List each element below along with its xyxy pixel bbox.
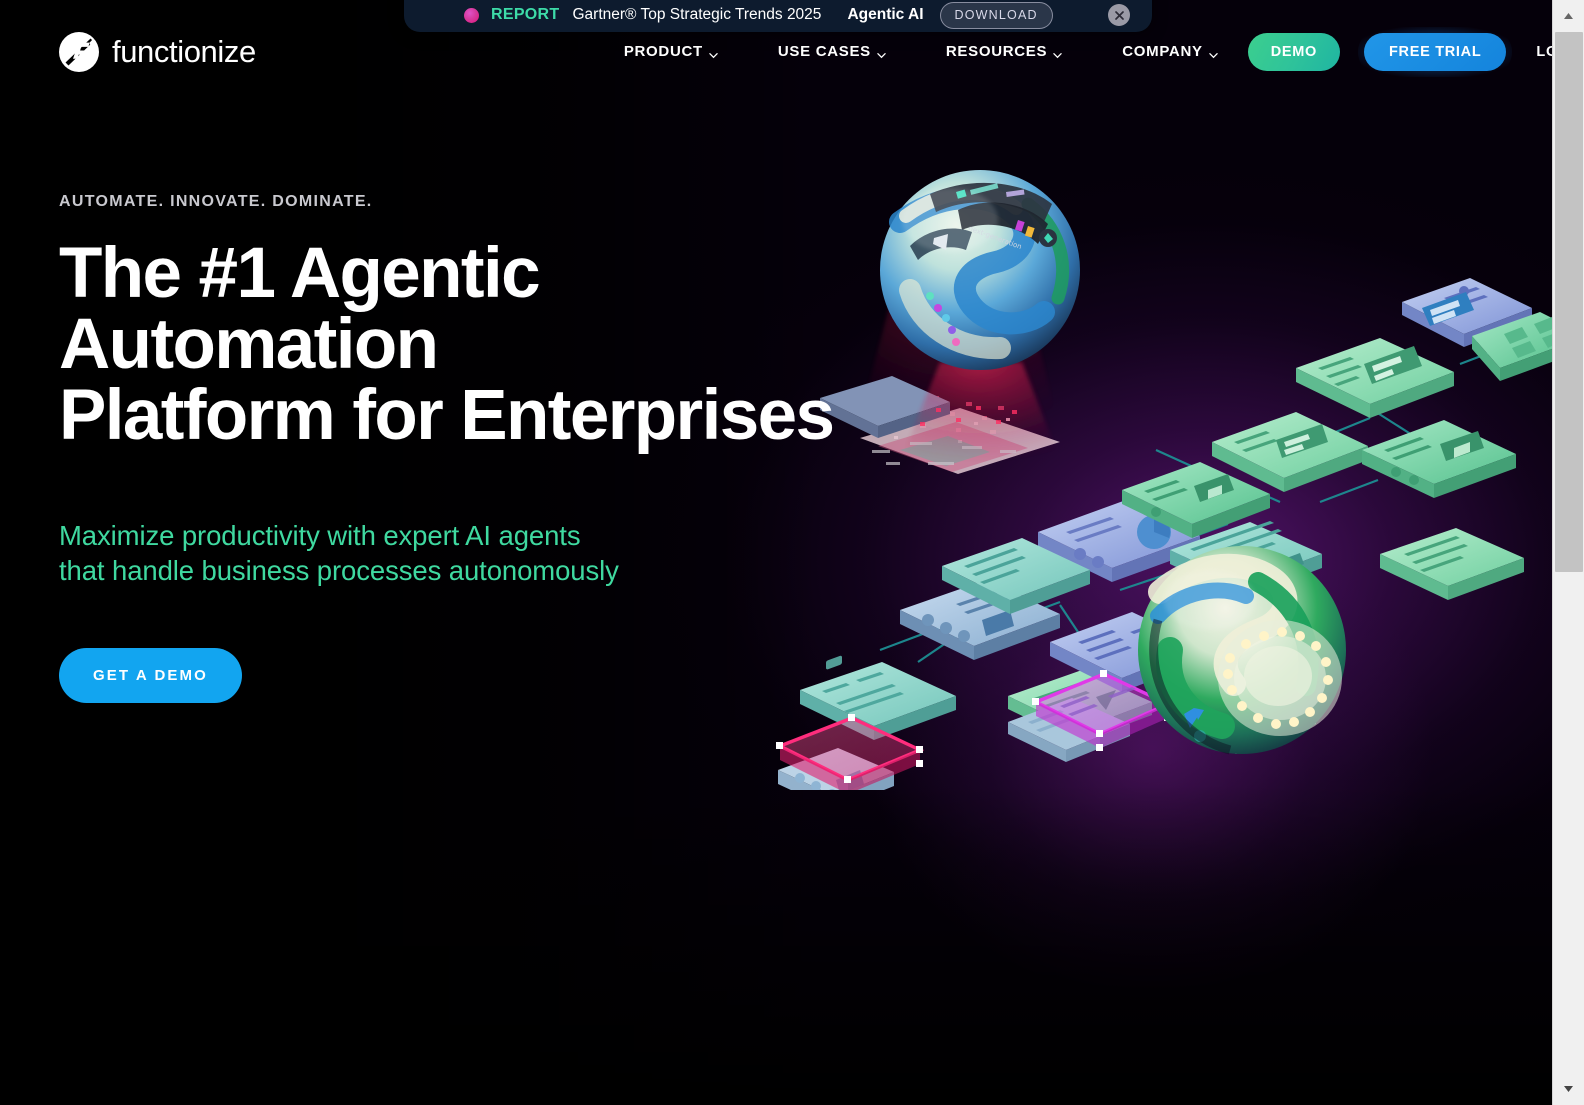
nav-item-product[interactable]: PRODUCT <box>594 43 748 60</box>
page-canvas: next-generation REPORT Gartner® Top Stra… <box>0 0 1552 1105</box>
logo-text: functionize <box>112 34 256 69</box>
nav-item-company[interactable]: COMPANY <box>1092 43 1247 60</box>
hero-subheading: Maximize productivity with expert AI age… <box>59 518 919 588</box>
close-icon[interactable] <box>1108 4 1130 26</box>
nav-item-label: COMPANY <box>1122 43 1203 60</box>
hero-heading-line-3: Platform for Enterprises <box>59 376 835 455</box>
page-title: The #1 Agentic Automation Platform for E… <box>59 238 919 451</box>
nav-item-label: PRODUCT <box>623 43 703 60</box>
chevron-down-icon <box>709 47 718 59</box>
main-nav: PRODUCT USE CASES RESOURCES COMPANY <box>594 43 1248 60</box>
chevron-down-icon <box>1053 47 1062 59</box>
hero-sub-line-2: that handle business processes autonomou… <box>59 555 619 587</box>
promo-download-button[interactable]: DOWNLOAD <box>939 1 1053 29</box>
browser-viewport: next-generation REPORT Gartner® Top Stra… <box>0 0 1584 1105</box>
scrollbar-thumb[interactable] <box>1554 32 1583 572</box>
hero-section: AUTOMATE. INNOVATE. DOMINATE. The #1 Age… <box>59 193 919 704</box>
promo-tag: Agentic AI <box>847 6 924 23</box>
logo[interactable]: functionize <box>58 31 256 73</box>
functionize-logo-icon <box>58 31 100 73</box>
scrollbar-track[interactable] <box>1553 32 1584 1073</box>
nav-item-label: RESOURCES <box>945 43 1048 60</box>
hero-eyebrow: AUTOMATE. INNOVATE. DOMINATE. <box>59 193 373 210</box>
demo-button[interactable]: DEMO <box>1247 32 1340 71</box>
free-trial-button[interactable]: FREE TRIAL <box>1364 32 1507 71</box>
nav-item-use-cases[interactable]: USE CASES <box>748 43 916 60</box>
hero-heading-line-1: The #1 Agentic <box>59 234 541 313</box>
promo-banner: REPORT Gartner® Top Strategic Trends 202… <box>404 0 1152 32</box>
background-fade-bottom <box>0 785 1552 1105</box>
chevron-down-icon <box>1208 47 1218 59</box>
hero-sub-line-1: Maximize productivity with expert AI age… <box>59 520 581 551</box>
login-link[interactable]: LOG IN <box>1536 44 1552 60</box>
vertical-scrollbar[interactable] <box>1552 0 1584 1105</box>
nav-item-label: USE CASES <box>777 43 871 60</box>
free-trial-button-wrap: FREE TRIAL <box>1358 26 1513 77</box>
pink-dot-icon <box>464 7 479 23</box>
scroll-down-arrow-icon[interactable] <box>1552 1073 1584 1105</box>
promo-title: Gartner® Top Strategic Trends 2025 <box>572 6 822 23</box>
nav-item-resources[interactable]: RESOURCES <box>916 43 1092 60</box>
promo-label: REPORT <box>491 6 560 23</box>
hero-heading-line-2: Automation <box>59 305 439 384</box>
header-actions: DEMO FREE TRIAL LOG IN <box>1247 26 1552 77</box>
scroll-up-arrow-icon[interactable] <box>1552 0 1584 32</box>
get-a-demo-button[interactable]: GET A DEMO <box>59 648 242 704</box>
chevron-down-icon <box>877 47 886 59</box>
